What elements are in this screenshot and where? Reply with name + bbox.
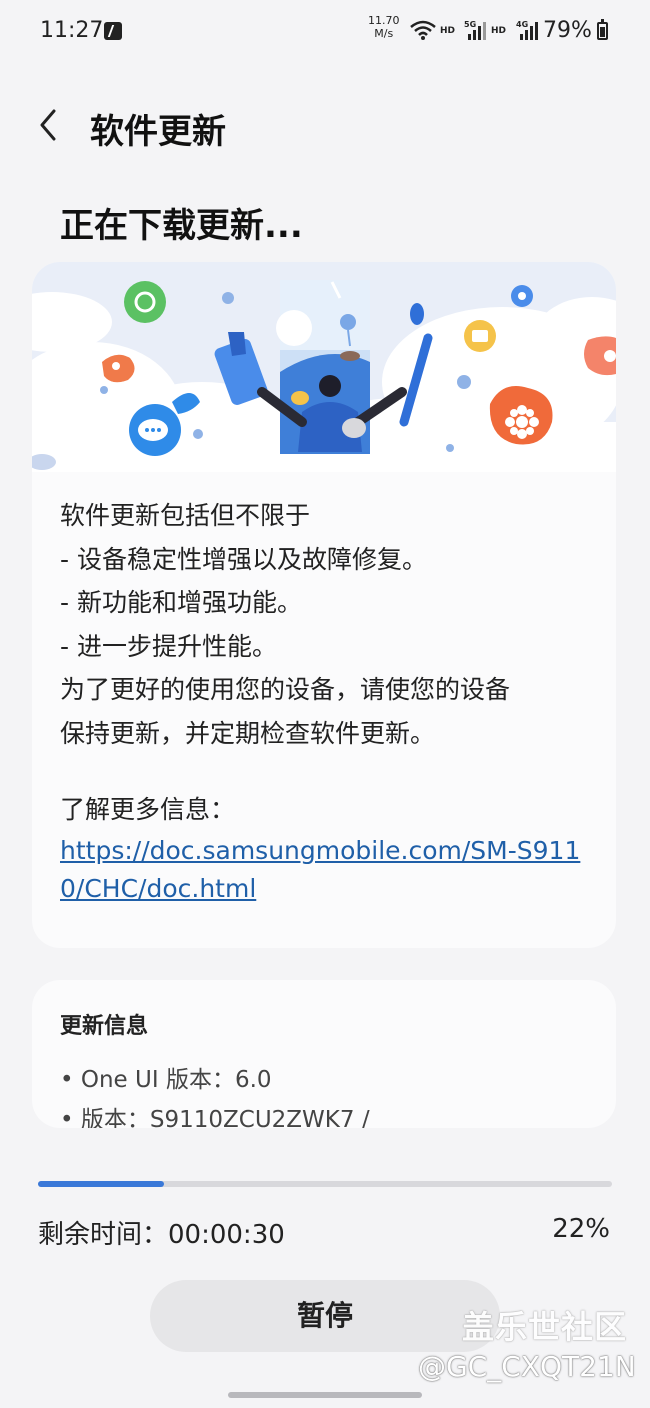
- build-version: • 版本：S9110ZCU2ZWK7 /: [60, 1107, 370, 1128]
- wifi-icon: [410, 20, 436, 40]
- download-status-heading: 正在下载更新...: [60, 206, 303, 246]
- hd-badge-1: HD: [440, 26, 456, 36]
- update-info-title: 更新信息: [60, 1014, 149, 1039]
- chevron-left-icon: [40, 109, 56, 141]
- one-ui-version: • One UI 版本：6.0: [60, 1067, 272, 1093]
- hd-badge-2: HD: [491, 26, 507, 36]
- download-progress-fill: [38, 1181, 165, 1187]
- signal-4g-icon: [520, 22, 538, 40]
- release-notes-link[interactable]: https://doc.samsungmobile.com/SM-S9110/C…: [60, 832, 600, 908]
- signal-5g-icon: [468, 22, 486, 40]
- update-info-card: 更新信息 • One UI 版本：6.0 • 版本：S9110ZCU2ZWK7 …: [32, 980, 616, 1128]
- community-watermark-user: @GC_CXQT21N: [418, 1350, 636, 1383]
- community-watermark-logo: 盖乐世社区: [462, 1308, 628, 1346]
- progress-percent: 22%: [552, 1214, 610, 1244]
- time-remaining: 剩余时间：00:00:30: [38, 1220, 285, 1250]
- pause-button[interactable]: 暂停: [150, 1280, 500, 1352]
- more-info-label: 了解更多信息：: [60, 795, 236, 824]
- status-time: 11:27: [40, 18, 104, 43]
- release-notes-line: 保持更新，并定期检查软件更新。: [60, 718, 436, 748]
- release-notes-text: 软件更新包括但不限于 - 设备稳定性增强以及故障修复。 - 新功能和增强功能。 …: [60, 494, 600, 755]
- back-button[interactable]: [30, 100, 70, 150]
- network-speed-value: 11.70: [368, 14, 400, 27]
- network-speed: 11.70 M/s: [368, 14, 400, 40]
- release-notes-line: - 进一步提升性能。: [60, 631, 277, 661]
- status-bar: 11:27 11.70 M/s HD 5G HD 4G 79%: [0, 0, 650, 64]
- battery-percent: 79%: [543, 18, 592, 43]
- network-speed-unit: M/s: [374, 27, 394, 40]
- home-indicator[interactable]: [228, 1392, 422, 1398]
- notification-app-icon: [104, 22, 122, 40]
- battery-icon: [597, 19, 608, 40]
- release-notes-line: 为了更好的使用您的设备，请使您的设备: [60, 675, 511, 704]
- release-notes-line: - 新功能和增强功能。: [60, 588, 302, 617]
- release-notes-card: 软件更新包括但不限于 - 设备稳定性增强以及故障修复。 - 新功能和增强功能。 …: [32, 262, 616, 948]
- release-notes-line: 软件更新包括但不限于: [60, 501, 311, 530]
- update-illustration: [32, 262, 616, 472]
- page-title: 软件更新: [90, 112, 226, 152]
- release-notes-line: - 设备稳定性增强以及故障修复。: [60, 544, 427, 574]
- download-progress-bar: [38, 1181, 612, 1187]
